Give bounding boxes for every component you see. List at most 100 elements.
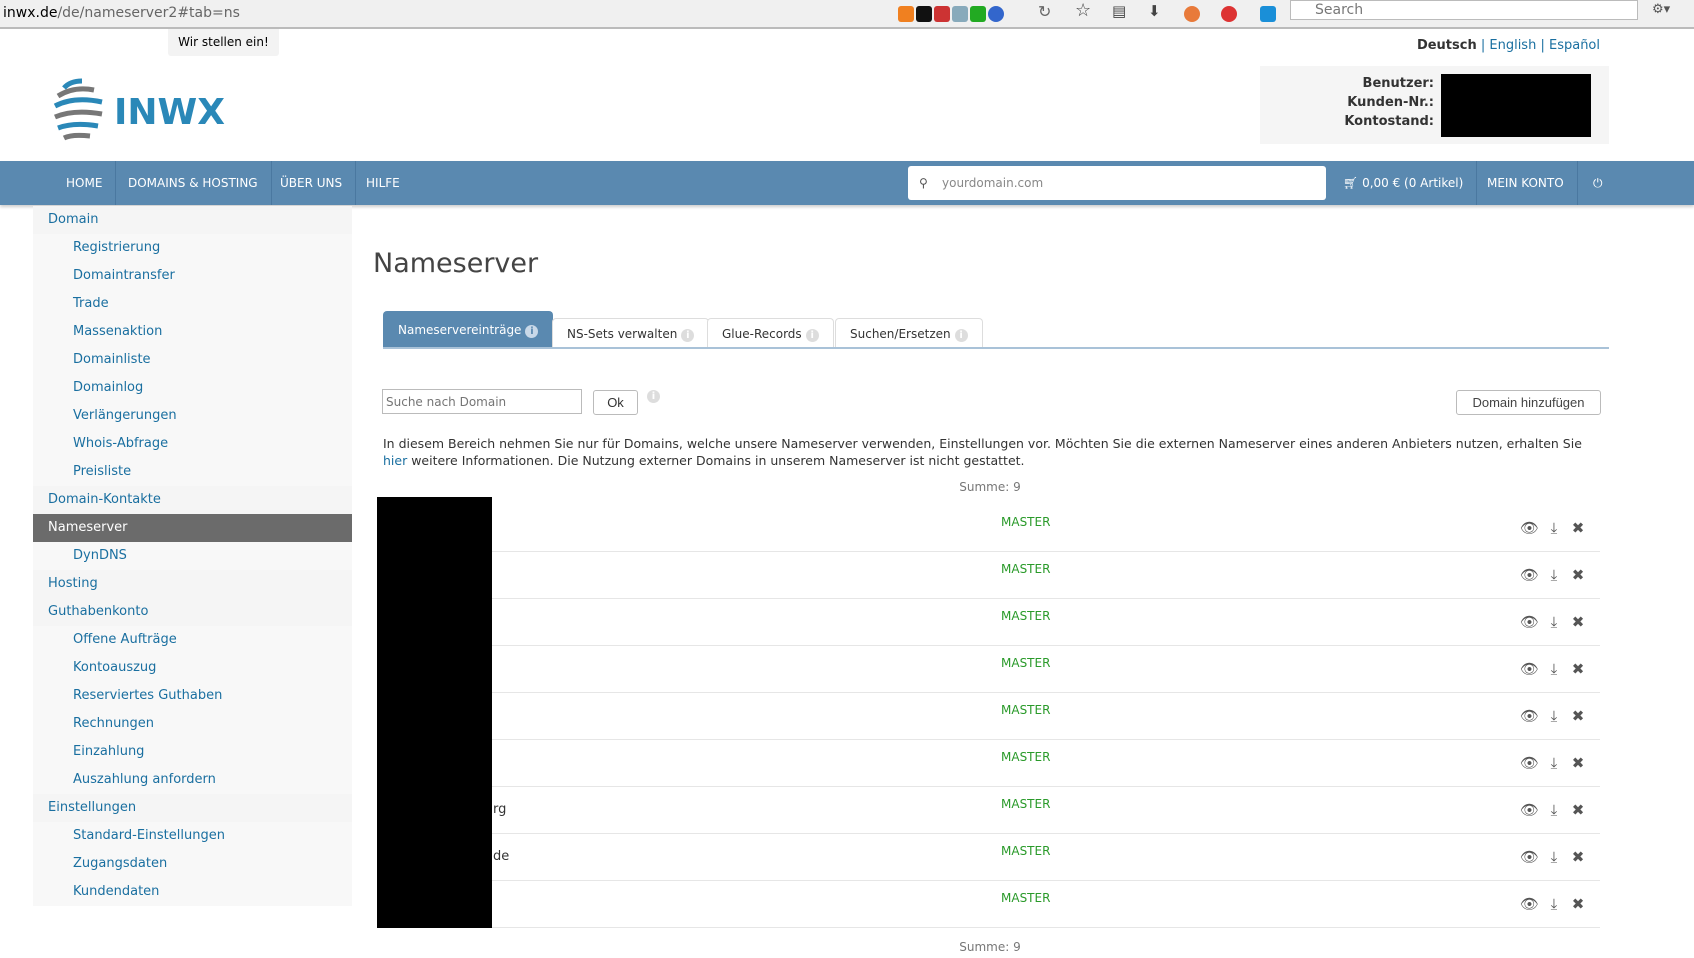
view-eye-icon[interactable]: 👁︎ — [1520, 707, 1539, 725]
tab-nameserver-entries[interactable]: Nameservereinträge i — [383, 311, 554, 348]
download-icon[interactable]: ⬇ — [1148, 2, 1161, 20]
download-icon[interactable]: ⤓ — [1545, 613, 1563, 631]
info-link[interactable]: hier — [383, 453, 407, 468]
download-icon[interactable]: ⤓ — [1545, 707, 1563, 725]
browser-search-input[interactable]: Search — [1290, 0, 1638, 20]
download-icon[interactable]: ⤓ — [1545, 519, 1563, 537]
info-icon[interactable]: i — [647, 390, 660, 403]
reading-list-icon[interactable]: ▤ — [1112, 2, 1126, 20]
delete-x-icon[interactable]: ✖ — [1569, 613, 1587, 631]
nav-home[interactable]: HOME — [53, 161, 117, 205]
sidebar-item[interactable]: Domain — [33, 206, 352, 234]
view-eye-icon[interactable]: 👁︎ — [1520, 801, 1539, 819]
sidebar-item[interactable]: Nameserver — [33, 514, 352, 542]
sidebar-item[interactable]: Offene Aufträge — [33, 626, 352, 654]
download-icon[interactable]: ⤓ — [1545, 566, 1563, 584]
jobs-tab[interactable]: Wir stellen ein! — [168, 29, 279, 56]
sidebar-item[interactable]: Kundendaten — [33, 878, 352, 906]
extension-icon[interactable] — [1221, 6, 1237, 22]
info-icon[interactable]: i — [681, 329, 695, 342]
view-eye-icon[interactable]: 👁︎ — [1520, 754, 1539, 772]
zone-type: MASTER — [1001, 656, 1051, 670]
extension-icon[interactable] — [916, 6, 932, 22]
sidebar-item[interactable]: Rechnungen — [33, 710, 352, 738]
bookmark-star-icon[interactable]: ☆ — [1075, 0, 1091, 21]
lang-deutsch[interactable]: Deutsch — [1417, 38, 1477, 53]
view-eye-icon[interactable]: 👁︎ — [1520, 613, 1539, 631]
browser-search-placeholder: Search — [1315, 2, 1364, 18]
delete-x-icon[interactable]: ✖ — [1569, 660, 1587, 678]
delete-x-icon[interactable]: ✖ — [1569, 895, 1587, 913]
sidebar-item[interactable]: Standard-Einstellungen — [33, 822, 352, 850]
download-icon[interactable]: ⤓ — [1545, 801, 1563, 819]
info-icon[interactable]: i — [954, 329, 968, 342]
delete-x-icon[interactable]: ✖ — [1569, 519, 1587, 537]
delete-x-icon[interactable]: ✖ — [1569, 566, 1587, 584]
info-icon[interactable]: i — [525, 325, 539, 338]
tab-glue-records[interactable]: Glue-Records i — [707, 318, 834, 348]
extension-icon[interactable] — [952, 6, 968, 22]
svg-text:INWX: INWX — [114, 92, 225, 133]
delete-x-icon[interactable]: ✖ — [1569, 754, 1587, 772]
skype-icon[interactable] — [1260, 6, 1276, 22]
sidebar-item[interactable]: Einzahlung — [33, 738, 352, 766]
sidebar-item[interactable]: Domainliste — [33, 346, 352, 374]
download-icon[interactable]: ⤓ — [1545, 754, 1563, 772]
sidebar-item[interactable]: DynDNS — [33, 542, 352, 570]
delete-x-icon[interactable]: ✖ — [1569, 707, 1587, 725]
sidebar-item[interactable]: Auszahlung anfordern — [33, 766, 352, 794]
sidebar-item[interactable]: Domainlog — [33, 374, 352, 402]
sidebar-item[interactable]: Verlängerungen — [33, 402, 352, 430]
menu-icon[interactable]: ⚙▾ — [1652, 2, 1670, 17]
domain-name[interactable]: de — [493, 849, 509, 864]
nav-domains-hosting[interactable]: DOMAINS & HOSTING — [115, 161, 272, 205]
sidebar-item[interactable]: Kontoauszug — [33, 654, 352, 682]
inwx-logo[interactable]: INWX — [52, 76, 252, 146]
download-icon[interactable]: ⤓ — [1545, 895, 1563, 913]
extension-icon[interactable] — [970, 6, 986, 22]
cart-icon: 🛒︎ — [1343, 176, 1363, 190]
domain-search-input[interactable]: ⚲ yourdomain.com — [908, 166, 1326, 200]
view-eye-icon[interactable]: 👁︎ — [1520, 660, 1539, 678]
domain-name[interactable]: rg — [493, 802, 506, 817]
sidebar-item[interactable]: Einstellungen — [33, 794, 352, 822]
delete-x-icon[interactable]: ✖ — [1569, 801, 1587, 819]
view-eye-icon[interactable]: 👁︎ — [1520, 519, 1539, 537]
add-domain-button[interactable]: Domain hinzufügen — [1456, 390, 1601, 415]
lang-espanol[interactable]: Español — [1549, 38, 1600, 53]
cart-button[interactable]: 🛒︎ 0,00 € (0 Artikel) — [1330, 161, 1478, 205]
tab-search-replace[interactable]: Suchen/Ersetzen i — [835, 318, 983, 348]
delete-x-icon[interactable]: ✖ — [1569, 848, 1587, 866]
nav-about[interactable]: ÜBER UNS — [267, 161, 357, 205]
sidebar-item[interactable]: Registrierung — [33, 234, 352, 262]
sidebar-item[interactable]: Zugangsdaten — [33, 850, 352, 878]
extension-icon[interactable] — [898, 6, 914, 22]
sidebar-item[interactable]: Massenaktion — [33, 318, 352, 346]
url-bar[interactable]: inwx.de/de/nameserver2#tab=ns — [3, 5, 240, 21]
power-icon[interactable]: ⏻ — [1580, 161, 1616, 205]
view-eye-icon[interactable]: 👁︎ — [1520, 848, 1539, 866]
sidebar-item[interactable]: Hosting — [33, 570, 352, 598]
sidebar-item[interactable]: Reserviertes Guthaben — [33, 682, 352, 710]
sidebar-item[interactable]: Trade — [33, 290, 352, 318]
view-eye-icon[interactable]: 👁︎ — [1520, 566, 1539, 584]
extension-icon[interactable] — [934, 6, 950, 22]
sidebar-item[interactable]: Whois-Abfrage — [33, 430, 352, 458]
info-icon[interactable]: i — [805, 329, 819, 342]
download-icon[interactable]: ⤓ — [1545, 660, 1563, 678]
extension-icon[interactable] — [1184, 6, 1200, 22]
ok-button[interactable]: Ok — [593, 390, 638, 415]
lang-english[interactable]: English — [1489, 38, 1536, 53]
reload-icon[interactable]: ↻ — [1038, 2, 1051, 21]
my-account-button[interactable]: MEIN KONTO — [1474, 161, 1578, 205]
sidebar-item[interactable]: Guthabenkonto — [33, 598, 352, 626]
domain-filter-input[interactable] — [382, 389, 582, 414]
download-icon[interactable]: ⤓ — [1545, 848, 1563, 866]
nav-help[interactable]: HILFE — [353, 161, 413, 205]
view-eye-icon[interactable]: 👁︎ — [1520, 895, 1539, 913]
tab-ns-sets[interactable]: NS-Sets verwalten i — [552, 318, 710, 348]
sidebar-item[interactable]: Domaintransfer — [33, 262, 352, 290]
sidebar-item[interactable]: Preisliste — [33, 458, 352, 486]
extension-icon[interactable] — [988, 6, 1004, 22]
sidebar-item[interactable]: Domain-Kontakte — [33, 486, 352, 514]
